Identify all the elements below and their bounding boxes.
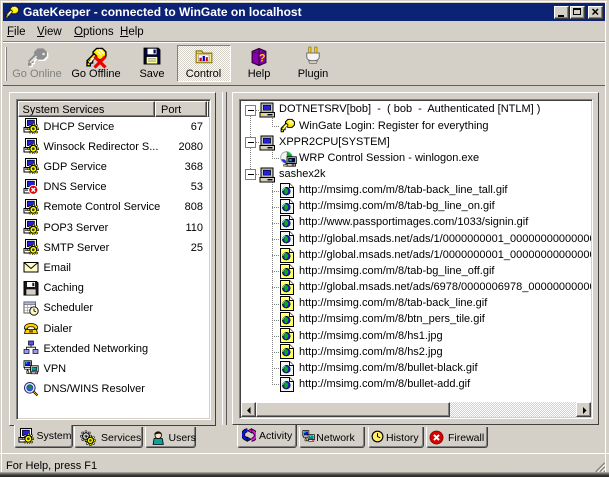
- svg-text:?: ?: [259, 52, 265, 64]
